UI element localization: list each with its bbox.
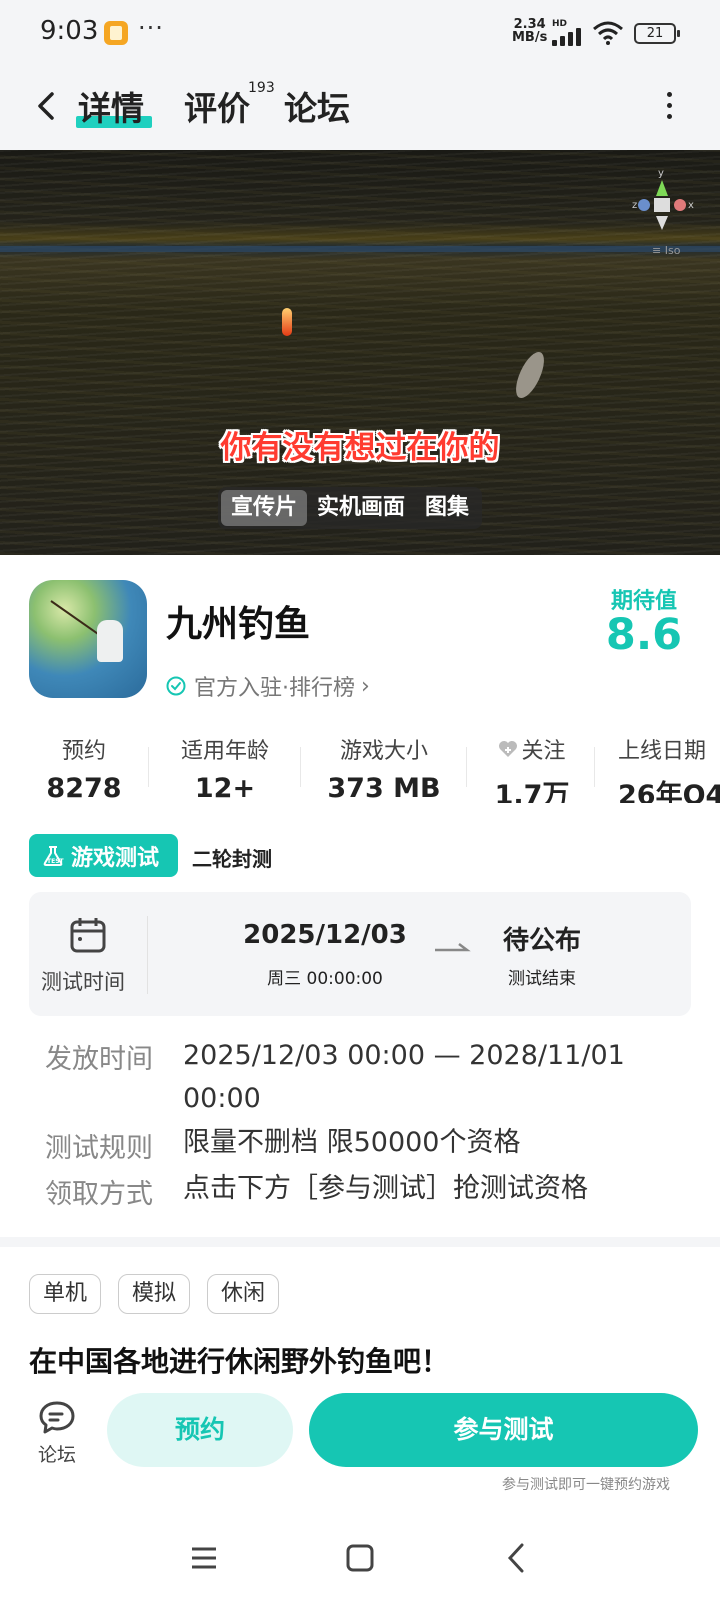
game-title: 九州钓鱼 bbox=[166, 604, 311, 645]
stat-value: 8278 bbox=[46, 773, 122, 803]
svg-text:TEST: TEST bbox=[47, 858, 65, 865]
video-subtitle: 你有没有想过在你的 bbox=[220, 430, 500, 466]
section-divider bbox=[0, 1237, 720, 1247]
media-switcher: 宣传片 实机画面 图集 bbox=[218, 487, 483, 529]
status-time: 9:03 bbox=[40, 16, 99, 46]
fish-shape bbox=[510, 348, 550, 402]
tag-casual[interactable]: 休闲 bbox=[207, 1274, 280, 1314]
forum-label: 论坛 bbox=[37, 1444, 76, 1466]
home-icon[interactable] bbox=[346, 1544, 374, 1572]
stat-label: 关注 bbox=[521, 739, 566, 764]
join-test-button[interactable]: 参与测试 bbox=[309, 1393, 698, 1467]
stat-label: 游戏大小 bbox=[339, 739, 428, 764]
test-end-label: 测试结束 bbox=[508, 969, 576, 989]
network-speed-unit: MB/s bbox=[512, 30, 548, 45]
review-count: 193 bbox=[248, 80, 275, 96]
tab-forum[interactable]: 论坛 bbox=[284, 82, 350, 130]
expectation-score: 8.6 bbox=[605, 610, 683, 660]
iso-label: ≡ Iso bbox=[652, 244, 681, 257]
stat-release-date: 上线日期 26年Q4 bbox=[618, 733, 720, 803]
test-round-label: 二轮封测 bbox=[192, 847, 272, 871]
tag-simulation[interactable]: 模拟 bbox=[118, 1274, 191, 1314]
info-value-distribution: 2025/12/03 00:00 — 2028/11/01 00:00 bbox=[183, 1040, 625, 1114]
network-speed: 2.34 MB/s bbox=[512, 18, 547, 44]
test-badge-label: 游戏测试 bbox=[71, 845, 160, 871]
recent-apps-icon[interactable] bbox=[190, 1546, 218, 1570]
media-tab-gallery[interactable]: 图集 bbox=[415, 490, 479, 526]
axis-gizmo-icon: y z x bbox=[632, 168, 694, 230]
stat-value: 1.7万 bbox=[494, 780, 570, 803]
stat-size: 游戏大小 373 MB bbox=[318, 733, 450, 803]
test-icon: TEST bbox=[43, 845, 65, 866]
stat-reservations: 预约 8278 bbox=[42, 733, 126, 803]
top-navigation: 详情 评价 193 论坛 bbox=[0, 66, 720, 150]
game-test-badge: TEST 游戏测试 bbox=[29, 834, 178, 877]
arrow-right-icon bbox=[435, 943, 471, 952]
media-tab-trailer[interactable]: 宣传片 bbox=[221, 490, 308, 526]
test-time-label: 测试时间 bbox=[41, 970, 125, 994]
info-value-claim: 点击下方［参与测试］抢测试资格 bbox=[183, 1173, 588, 1204]
more-options-icon[interactable] bbox=[664, 92, 674, 122]
stats-row: 预约 8278 适用年龄 12+ 游戏大小 373 MB 关注 1.7万 上线日… bbox=[0, 733, 720, 803]
status-bar: 9:03 ··· 2.34 MB/s HD 21 bbox=[0, 0, 720, 66]
stat-age: 适用年龄 12+ bbox=[170, 733, 280, 803]
chevron-right-icon: › bbox=[361, 673, 370, 699]
tag-standalone[interactable]: 单机 bbox=[29, 1274, 102, 1314]
official-ranking-link[interactable]: 官方入驻·排行榜 › bbox=[166, 670, 370, 702]
info-label-claim: 领取方式 bbox=[45, 1179, 153, 1210]
stat-value: 26年Q4 bbox=[618, 780, 720, 803]
test-end-status: 待公布 bbox=[502, 926, 581, 956]
wifi-icon bbox=[593, 21, 623, 45]
heart-icon bbox=[499, 741, 518, 757]
signal-icon bbox=[552, 28, 586, 46]
water-horizon bbox=[0, 246, 720, 252]
info-label-rules: 测试规则 bbox=[45, 1133, 153, 1164]
game-summary: 在中国各地进行休闲野外钓鱼吧！ bbox=[29, 1345, 450, 1378]
media-tab-gameplay[interactable]: 实机画面 bbox=[307, 490, 415, 526]
join-test-hint: 参与测试即可一键预约游戏 bbox=[502, 1477, 670, 1493]
notification-app-icon bbox=[104, 21, 128, 45]
stat-label: 上线日期 bbox=[618, 739, 707, 764]
test-start-time: 周三 00:00:00 bbox=[267, 969, 383, 989]
svg-text:x: x bbox=[688, 200, 694, 211]
verified-icon bbox=[166, 676, 186, 696]
svg-text:z: z bbox=[632, 200, 637, 211]
promo-video-player[interactable]: y z x ≡ Iso 你有没有想过在你的 宣传片 实机画面 图集 bbox=[0, 150, 720, 555]
back-icon[interactable] bbox=[30, 88, 66, 124]
reserve-button[interactable]: 预约 bbox=[107, 1393, 293, 1467]
stat-value: 373 MB bbox=[327, 773, 441, 803]
info-label-distribution: 发放时间 bbox=[45, 1044, 153, 1075]
svg-text:y: y bbox=[658, 168, 664, 179]
game-icon bbox=[29, 580, 147, 698]
system-navigation-bar bbox=[0, 1520, 720, 1600]
more-notifications-icon: ··· bbox=[138, 14, 164, 42]
fishing-float bbox=[282, 308, 292, 336]
test-start-date: 2025/12/03 bbox=[243, 920, 407, 950]
system-back-icon[interactable] bbox=[504, 1542, 528, 1574]
calendar-icon bbox=[70, 918, 106, 953]
forum-button[interactable]: 论坛 bbox=[30, 1400, 84, 1467]
battery-icon: 21 bbox=[634, 23, 680, 44]
stat-label: 预约 bbox=[61, 739, 106, 764]
test-time-card: 测试时间 2025/12/03 周三 00:00:00 待公布 测试结束 bbox=[29, 892, 691, 1016]
stat-follows[interactable]: 关注 1.7万 bbox=[482, 733, 582, 803]
stat-value: 12+ bbox=[194, 773, 256, 803]
info-value-rules: 限量不删档 限50000个资格 bbox=[183, 1127, 521, 1158]
stat-label: 适用年龄 bbox=[180, 739, 269, 764]
official-ranking-label: 官方入驻·排行榜 bbox=[194, 676, 355, 701]
tab-detail[interactable]: 详情 bbox=[78, 82, 144, 130]
chat-bubble-icon bbox=[39, 1401, 75, 1434]
tab-review[interactable]: 评价 bbox=[184, 82, 250, 130]
